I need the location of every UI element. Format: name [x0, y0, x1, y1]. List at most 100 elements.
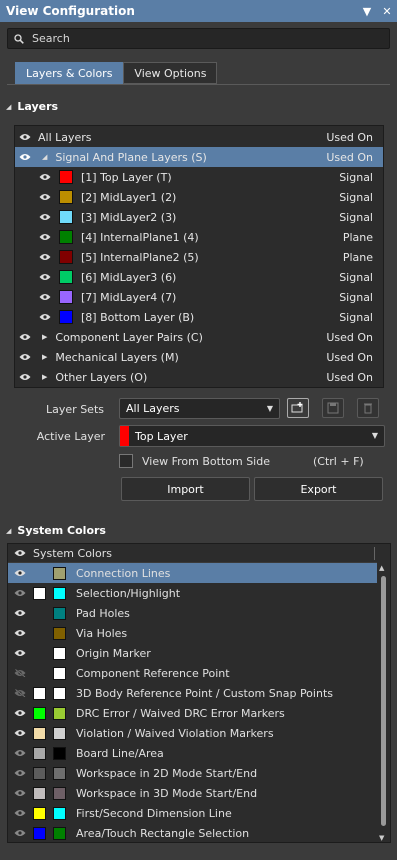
scroll-up-icon[interactable]: ▲ [379, 564, 384, 572]
layer-row[interactable]: [3] MidLayer2 (3) Signal [15, 207, 383, 227]
system-color-row[interactable]: First/Second Dimension Line [8, 803, 377, 823]
primary-color-swatch[interactable] [33, 806, 46, 820]
secondary-color-swatch[interactable] [53, 626, 66, 640]
system-color-row[interactable]: Via Holes [8, 623, 377, 643]
layer-color-swatch[interactable] [59, 270, 73, 284]
eye-icon[interactable] [38, 252, 52, 262]
save-layer-set-button[interactable] [322, 398, 344, 418]
layer-row[interactable]: [6] MidLayer3 (6) Signal [15, 267, 383, 287]
system-color-row[interactable]: Selection/Highlight [8, 583, 377, 603]
layer-color-swatch[interactable] [59, 290, 73, 304]
eye-icon[interactable] [13, 808, 27, 818]
layer-group-row[interactable]: ▶ Component Layer Pairs (C) Used On [15, 327, 383, 347]
layer-group-row[interactable]: ▶ Mechanical Layers (M) Used On [15, 347, 383, 367]
layer-color-swatch[interactable] [59, 230, 73, 244]
secondary-color-swatch[interactable] [53, 646, 66, 660]
expand-triangle-icon[interactable]: ◢ [42, 153, 47, 161]
eye-icon[interactable] [13, 828, 27, 838]
expand-triangle-icon[interactable]: ▶ [42, 353, 47, 361]
layer-color-swatch[interactable] [59, 310, 73, 324]
eye-icon[interactable] [18, 352, 32, 362]
eye-icon[interactable] [13, 708, 27, 718]
system-color-row[interactable]: Workspace in 2D Mode Start/End [8, 763, 377, 783]
eye-icon[interactable] [38, 292, 52, 302]
system-color-row[interactable]: Workspace in 3D Mode Start/End [8, 783, 377, 803]
eye-hidden-icon[interactable] [13, 668, 27, 678]
eye-icon[interactable] [13, 768, 27, 778]
eye-icon[interactable] [13, 628, 27, 638]
primary-color-swatch[interactable] [33, 786, 46, 800]
layer-row[interactable]: [2] MidLayer1 (2) Signal [15, 187, 383, 207]
eye-icon[interactable] [38, 172, 52, 182]
close-icon[interactable]: ✕ [377, 5, 397, 18]
eye-icon[interactable] [13, 728, 27, 738]
eye-icon[interactable] [38, 192, 52, 202]
view-bottom-checkbox[interactable] [119, 454, 133, 468]
layers-section-header[interactable]: ◢ Layers [6, 100, 58, 113]
primary-color-swatch[interactable] [33, 766, 46, 780]
eye-icon[interactable] [18, 132, 32, 142]
system-color-row[interactable]: Violation / Waived Violation Markers [8, 723, 377, 743]
eye-icon[interactable] [13, 788, 27, 798]
secondary-color-swatch[interactable] [53, 746, 66, 760]
secondary-color-swatch[interactable] [53, 566, 66, 580]
expand-triangle-icon[interactable]: ▶ [42, 373, 47, 381]
system-color-row[interactable]: Origin Marker [8, 643, 377, 663]
tab-layers-colors[interactable]: Layers & Colors [15, 62, 124, 84]
secondary-color-swatch[interactable] [53, 826, 66, 840]
scrollbar-thumb[interactable] [381, 576, 386, 826]
eye-hidden-icon[interactable] [13, 688, 27, 698]
eye-icon[interactable] [38, 312, 52, 322]
system-color-row[interactable]: DRC Error / Waived DRC Error Markers [8, 703, 377, 723]
primary-color-swatch[interactable] [33, 746, 46, 760]
primary-color-swatch[interactable] [33, 706, 46, 720]
delete-layer-set-button[interactable] [357, 398, 379, 418]
secondary-color-swatch[interactable] [53, 666, 66, 680]
signal-plane-group-row[interactable]: ◢ Signal And Plane Layers (S) Used On [15, 147, 383, 167]
export-button[interactable]: Export [254, 477, 383, 501]
primary-color-swatch[interactable] [33, 686, 46, 700]
eye-icon[interactable] [13, 548, 27, 558]
eye-icon[interactable] [13, 588, 27, 598]
secondary-color-swatch[interactable] [53, 806, 66, 820]
system-color-row[interactable]: Board Line/Area [8, 743, 377, 763]
scroll-down-icon[interactable]: ▼ [379, 834, 384, 842]
secondary-color-swatch[interactable] [53, 586, 66, 600]
layer-color-swatch[interactable] [59, 190, 73, 204]
layer-sets-dropdown[interactable]: All Layers ▼ [119, 398, 280, 419]
add-layer-set-button[interactable] [287, 398, 309, 418]
system-color-row[interactable]: Component Reference Point [8, 663, 377, 683]
layer-row[interactable]: [1] Top Layer (T) Signal [15, 167, 383, 187]
primary-color-swatch[interactable] [33, 726, 46, 740]
primary-color-swatch[interactable] [33, 586, 46, 600]
pin-icon[interactable]: ▼ [357, 5, 377, 18]
eye-icon[interactable] [18, 152, 32, 162]
tab-view-options[interactable]: View Options [123, 62, 218, 84]
eye-icon[interactable] [18, 332, 32, 342]
all-layers-row[interactable]: All Layers Used On [15, 127, 383, 147]
system-color-row[interactable]: 3D Body Reference Point / Custom Snap Po… [8, 683, 377, 703]
eye-icon[interactable] [38, 272, 52, 282]
import-button[interactable]: Import [121, 477, 250, 501]
secondary-color-swatch[interactable] [53, 786, 66, 800]
expand-triangle-icon[interactable]: ▶ [42, 333, 47, 341]
layer-group-row[interactable]: ▶ Other Layers (O) Used On [15, 367, 383, 387]
layer-row[interactable]: [5] InternalPlane2 (5) Plane [15, 247, 383, 267]
secondary-color-swatch[interactable] [53, 606, 66, 620]
layer-color-swatch[interactable] [59, 250, 73, 264]
eye-icon[interactable] [13, 608, 27, 618]
eye-icon[interactable] [38, 212, 52, 222]
layer-row[interactable]: [7] MidLayer4 (7) Signal [15, 287, 383, 307]
active-layer-dropdown[interactable]: Top Layer ▼ [119, 425, 385, 447]
system-color-row[interactable]: Connection Lines [8, 563, 377, 583]
vertical-scrollbar[interactable]: ▲ ▼ [378, 564, 388, 842]
eye-icon[interactable] [13, 568, 27, 578]
secondary-color-swatch[interactable] [53, 706, 66, 720]
secondary-color-swatch[interactable] [53, 726, 66, 740]
eye-icon[interactable] [13, 648, 27, 658]
layer-row[interactable]: [8] Bottom Layer (B) Signal [15, 307, 383, 327]
search-input[interactable]: Search [7, 28, 390, 49]
secondary-color-swatch[interactable] [53, 766, 66, 780]
layer-color-swatch[interactable] [59, 170, 73, 184]
primary-color-swatch[interactable] [33, 826, 46, 840]
